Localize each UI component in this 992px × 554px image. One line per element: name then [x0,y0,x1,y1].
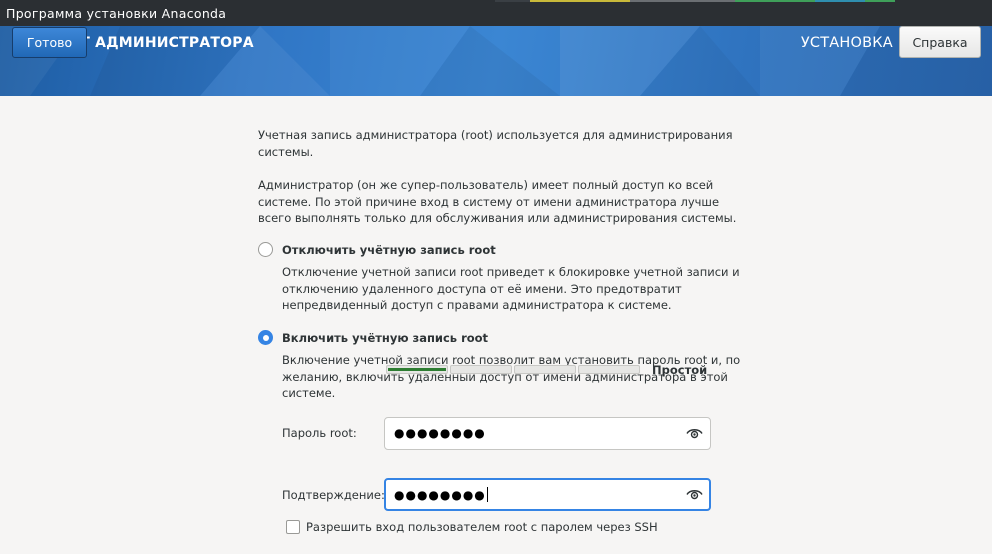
disable-root-description: Отключение учетной записи root приведет … [282,265,740,312]
text-cursor [486,487,488,502]
intro-paragraph-2: Администратор (он же супер-пользователь)… [258,178,737,225]
allow-ssh-label[interactable]: Разрешить вход пользователем root с паро… [306,520,658,534]
panel-strip [865,0,895,2]
confirm-password-label: Подтверждение: [282,488,385,502]
disable-root-label[interactable]: Отключить учётную запись root [282,243,496,257]
password-strength-label: Простой [652,363,708,377]
eye-icon[interactable] [686,488,703,501]
confirm-password-field[interactable]: ●●●●●●●● [384,478,711,511]
intro-paragraph-1: Учетная запись администратора (root) исп… [258,128,733,159]
panel-strip [815,0,865,2]
strength-segment [386,365,448,374]
panel-strip [495,0,530,2]
enable-root-label[interactable]: Включить учётную запись root [282,331,488,345]
strength-segment [514,365,576,374]
confirm-password-value: ●●●●●●●● [394,487,488,502]
window-title: Программа установки Anaconda [6,6,227,21]
strength-segment [450,365,512,374]
strength-segment [578,365,640,374]
enable-root-radio[interactable] [258,330,273,345]
panel-strip [630,0,735,2]
spoke-header: АККАУНТ АДМИНИСТРАТОРА УСТАНОВКА FEDORA … [0,26,992,96]
root-password-label: Пароль root: [282,426,357,440]
help-button[interactable]: Справка [899,26,981,58]
password-strength-meter [386,365,640,374]
panel-strip [735,0,815,2]
panel-strip [530,0,630,2]
root-password-value: ●●●●●●●● [394,426,486,440]
strength-fill [388,368,446,371]
allow-ssh-checkbox[interactable] [286,520,300,534]
done-button[interactable]: Готово [12,27,87,58]
window-titlebar: Программа установки Anaconda [0,0,992,26]
eye-icon[interactable] [686,427,703,440]
root-password-field[interactable]: ●●●●●●●● [384,417,711,450]
disable-root-radio[interactable] [258,242,273,257]
